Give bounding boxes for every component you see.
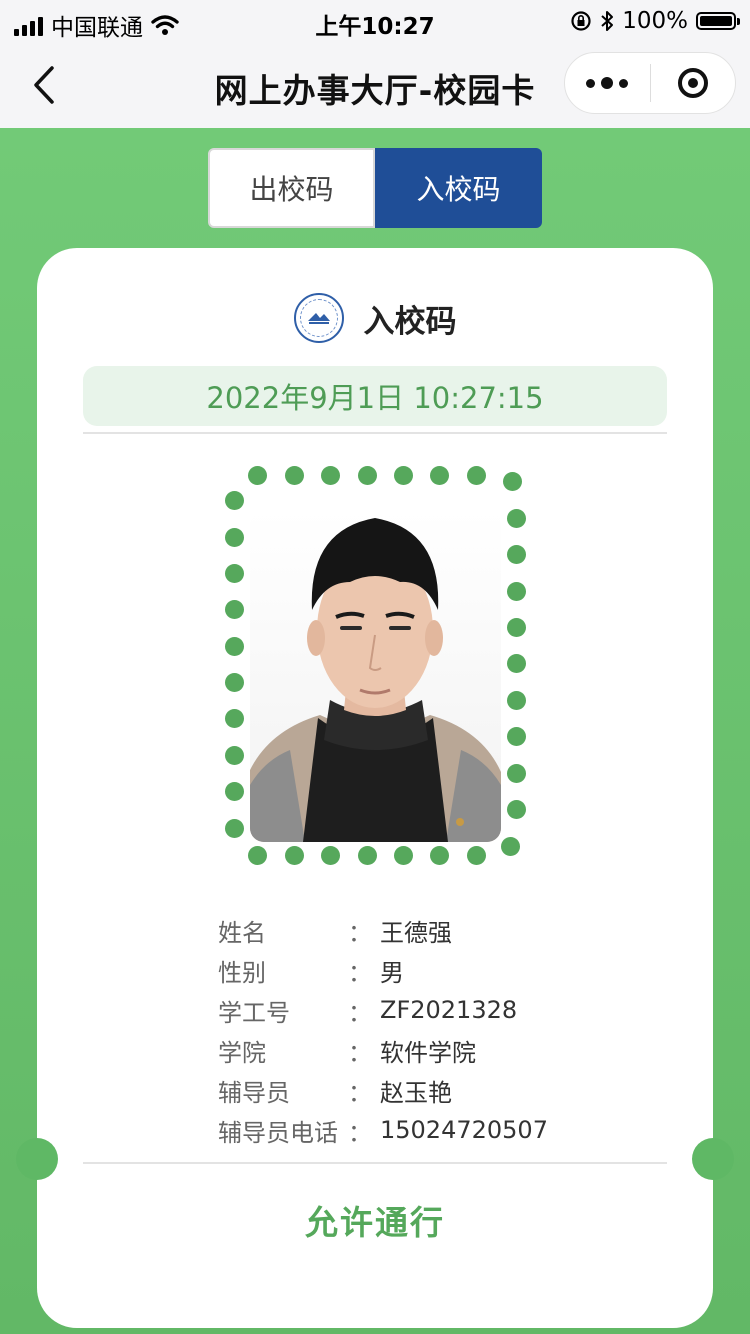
info-label: 性别 [218,958,266,987]
battery-percent: 100% [622,8,688,34]
miniprogram-capsule [564,52,736,114]
info-row-counselor: 辅导员 ： 赵玉艳 [218,1070,668,1110]
info-value: 男 [380,958,404,987]
card-notch-left [16,1138,58,1180]
info-colon: ： [348,1118,372,1147]
card-title: 入校码 [363,303,457,340]
info-colon: ： [348,918,372,947]
divider-top [83,432,667,434]
info-row-gender: 性别 ： 男 [218,950,668,990]
info-value: ZF2021328 [380,996,518,1024]
more-dot-icon [619,78,629,88]
info-label: 学工号 [218,998,290,1027]
nav-bar: 网上办事大厅-校园卡 [0,42,750,128]
info-row-counselor-phone: 辅导员电话 ： 15024720507 [218,1110,668,1150]
tab-exit-code[interactable]: 出校码 [208,148,375,228]
info-colon: ： [348,1038,372,1067]
info-label: 辅导员电话 [218,1118,338,1147]
divider-bottom [83,1162,667,1164]
tab-entry-code[interactable]: 入校码 [375,148,542,228]
rotation-lock-icon [571,11,591,31]
bluetooth-icon [601,11,614,31]
more-dot-icon [586,78,596,88]
more-dot-icon [601,77,614,89]
target-icon [677,68,708,98]
more-button[interactable] [565,53,650,113]
card-notch-right [692,1138,734,1180]
code-tabs: 出校码 入校码 [208,148,542,228]
card-header: 入校码 [0,290,750,346]
info-colon: ： [348,958,372,987]
battery-icon [696,12,740,30]
student-photo [250,510,501,842]
status-bar: 中国联通 上午10:27 100% [0,0,750,42]
info-value: 软件学院 [380,1038,476,1067]
info-label: 辅导员 [218,1078,290,1107]
info-value: 王德强 [380,918,452,947]
info-value: 15024720507 [380,1116,548,1144]
close-miniprogram-button[interactable] [651,53,736,113]
student-info: 姓名 ： 王德强 性别 ： 男 学工号 ： ZF2021328 学院 ： 软件学… [218,910,668,1150]
info-colon: ： [348,998,372,1027]
info-value: 赵玉艳 [380,1078,452,1107]
school-logo-icon [293,293,344,343]
info-label: 学院 [218,1038,266,1067]
info-row-student-id: 学工号 ： ZF2021328 [218,990,668,1030]
info-label: 姓名 [218,918,266,947]
datetime-display: 2022年9月1日 10:27:15 [83,366,667,426]
info-colon: ： [348,1078,372,1107]
status-right: 100% [570,8,740,34]
person-photo-icon [250,518,501,842]
info-row-name: 姓名 ： 王德强 [218,910,668,950]
info-row-college: 学院 ： 软件学院 [218,1030,668,1070]
pass-status: 允许通行 [305,1203,445,1242]
